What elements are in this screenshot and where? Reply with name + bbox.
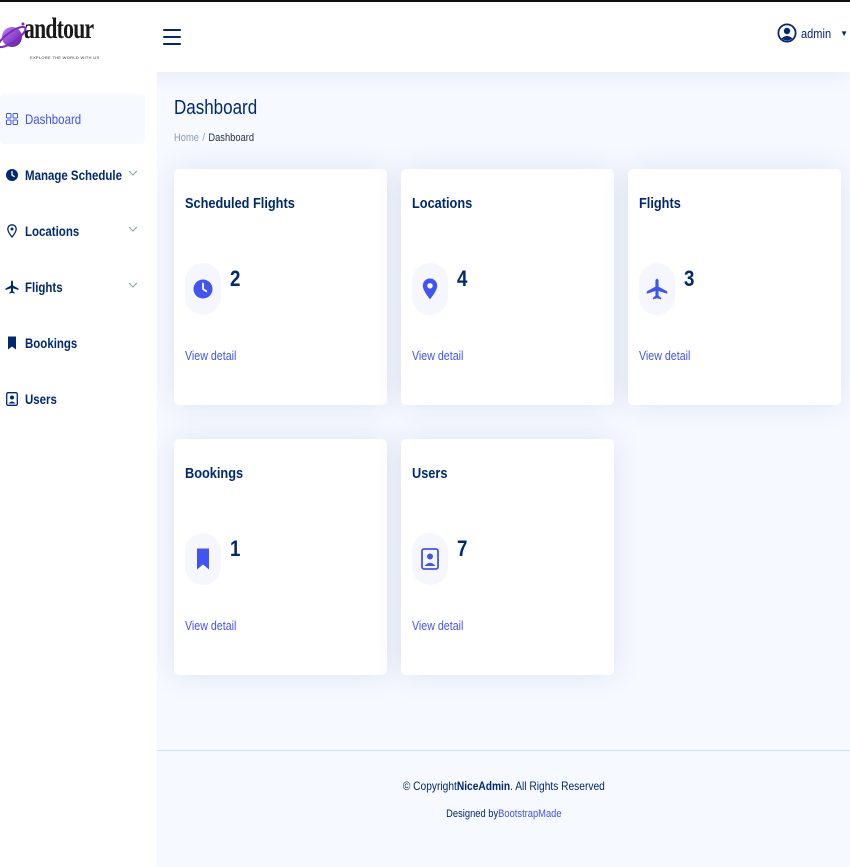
brand-logo[interactable]: andtour EXPLORE THE WORLD WITH US xyxy=(0,8,99,66)
person-badge-icon xyxy=(5,392,19,406)
copyright-brand: NiceAdmin xyxy=(456,779,510,793)
card-title: Scheduled Flights xyxy=(185,195,295,212)
sidebar-item-flights[interactable]: Flights xyxy=(0,262,145,312)
grid-icon xyxy=(5,112,19,126)
clock-icon xyxy=(5,168,19,182)
sidebar-item-users[interactable]: Users xyxy=(0,374,145,424)
sidebar-toggle-icon[interactable] xyxy=(163,25,181,49)
location-pin-icon xyxy=(412,263,448,315)
airplane-icon xyxy=(639,263,675,315)
sidebar-item-label: Locations xyxy=(25,223,80,239)
card-flights: Flights 3 View detail xyxy=(628,169,841,405)
card-value: 2 xyxy=(230,266,241,291)
top-header: andtour EXPLORE THE WORLD WITH US admin … xyxy=(0,0,850,72)
sidebar-item-label: Users xyxy=(25,391,57,407)
brand-tagline: EXPLORE THE WORLD WITH US xyxy=(30,55,100,60)
card-bookings: Bookings 1 View detail xyxy=(174,439,387,675)
sidebar-item-label: Flights xyxy=(25,279,63,295)
footer-copyright: © Copyright NiceAdmin. All Rights Reserv… xyxy=(157,779,850,793)
footer-credits: Designed by BootstrapMade xyxy=(157,808,850,820)
airplane-icon xyxy=(5,280,19,294)
sidebar-item-label: Dashboard xyxy=(25,111,82,127)
bookmark-icon xyxy=(185,533,221,585)
sidebar-item-label: Bookings xyxy=(25,335,78,351)
profile-name: admin xyxy=(800,25,831,41)
bootstrapmade-link[interactable]: BootstrapMade xyxy=(498,808,561,820)
card-title: Locations xyxy=(412,195,473,212)
sidebar-item-locations[interactable]: Locations xyxy=(0,206,145,256)
person-badge-icon xyxy=(412,533,448,585)
card-value: 4 xyxy=(457,266,468,291)
page-title: Dashboard xyxy=(174,97,258,119)
user-avatar-icon xyxy=(777,23,797,43)
copyright-suffix: . All Rights Reserved xyxy=(509,779,605,793)
chevron-down-icon xyxy=(128,226,138,232)
card-scheduled-flights: Scheduled Flights 2 View detail xyxy=(174,169,387,405)
card-title: Users xyxy=(412,465,448,482)
card-users: Users 7 View detail xyxy=(401,439,614,675)
sidebar-item-manage-schedule[interactable]: Manage Schedule xyxy=(0,150,145,200)
card-title: Bookings xyxy=(185,465,244,482)
brand-name: andtour xyxy=(24,12,94,45)
card-value: 3 xyxy=(684,266,695,291)
view-detail-link[interactable]: View detail xyxy=(412,618,463,633)
view-detail-link[interactable]: View detail xyxy=(639,348,690,363)
caret-down-icon: ▼ xyxy=(840,28,848,38)
sidebar-item-dashboard[interactable]: Dashboard xyxy=(0,94,145,144)
sidebar-item-label: Manage Schedule xyxy=(25,167,122,183)
profile-dropdown[interactable]: admin ▼ xyxy=(777,23,850,43)
copyright-prefix: © Copyright xyxy=(402,779,457,793)
sidebar-item-bookings[interactable]: Bookings xyxy=(0,318,145,368)
designed-by-prefix: Designed by xyxy=(445,808,498,820)
breadcrumb-separator: / xyxy=(202,132,205,144)
card-value: 1 xyxy=(230,536,241,561)
breadcrumb-home-link[interactable]: Home xyxy=(174,132,199,144)
breadcrumb-current: Dashboard xyxy=(208,132,255,144)
bookmark-icon xyxy=(5,336,19,350)
chevron-down-icon xyxy=(128,170,138,176)
breadcrumb: Home / Dashboard xyxy=(174,132,254,144)
location-pin-icon xyxy=(5,224,19,238)
sidebar: Dashboard Manage Schedule Locations Flig… xyxy=(0,72,157,867)
view-detail-link[interactable]: View detail xyxy=(412,348,463,363)
view-detail-link[interactable]: View detail xyxy=(185,618,236,633)
card-locations: Locations 4 View detail xyxy=(401,169,614,405)
card-value: 7 xyxy=(457,536,468,561)
footer: © Copyright NiceAdmin. All Rights Reserv… xyxy=(157,750,850,867)
chevron-down-icon xyxy=(128,282,138,288)
clock-icon xyxy=(185,263,221,315)
view-detail-link[interactable]: View detail xyxy=(185,348,236,363)
card-title: Flights xyxy=(639,195,681,212)
